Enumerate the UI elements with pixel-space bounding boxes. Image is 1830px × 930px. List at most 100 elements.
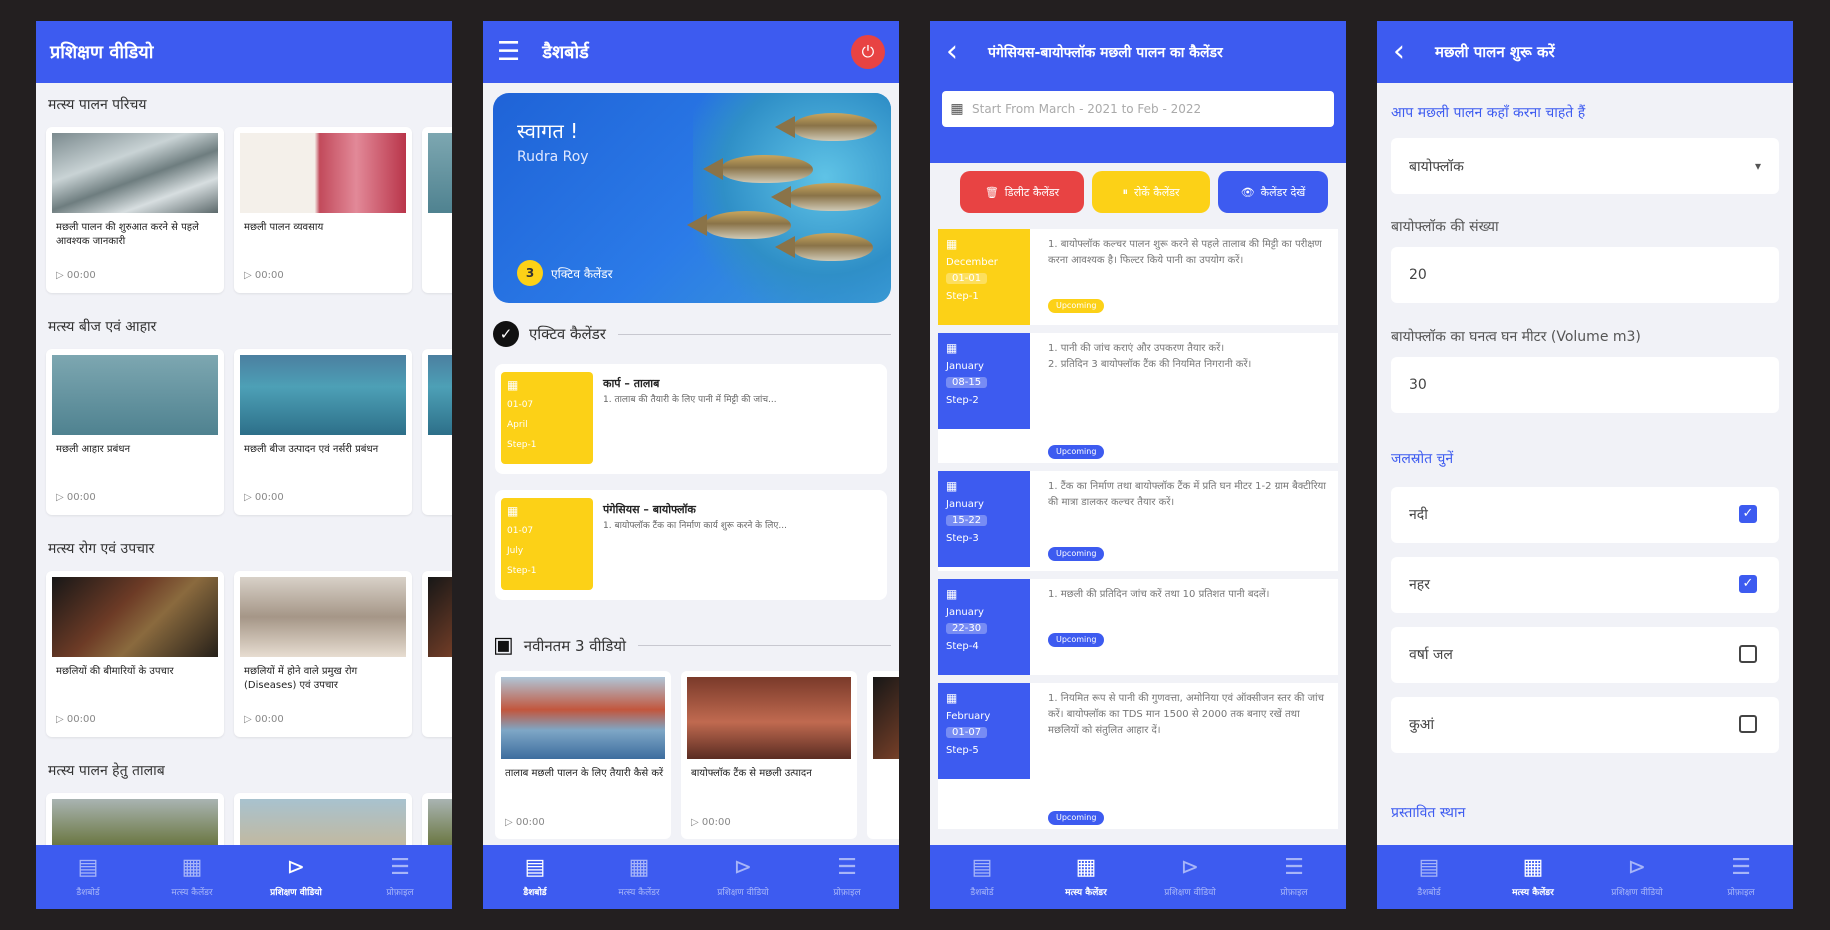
nav-training-videos[interactable]: ⊳ प्रशिक्षण वीडियो [1585,845,1689,909]
fish-graphic [771,183,881,211]
power-icon[interactable]: ⏻ [851,35,885,69]
back-arrow-icon[interactable]: ‹ [1377,37,1421,67]
page-title: पंगेसियस-बायोफ्लॉक मछली पालन का कैलेंडर [988,44,1223,61]
location-select[interactable]: बायोफ्लॉक ▾ [1391,138,1779,194]
sliders-icon: ☰ [390,855,410,880]
video-title: मछलियों की बीमारियों के उपचार [56,666,174,677]
calendar-icon: ▦ [1522,855,1544,880]
sliders-icon: ☰ [1731,855,1751,880]
status-tag: Upcoming [1048,299,1105,313]
video-thumbnail [428,355,452,435]
nav-training-videos[interactable]: ⊳ प्रशिक्षण वीडियो [691,845,795,909]
video-card[interactable]: मछली बीज उत्पादन एवं नर्सरी प्रबंधन ▷ 00… [234,349,412,515]
calendar-icon: ▦ [946,237,958,251]
video-card[interactable]: मछली पालन की शुरुआत करने से पहले आवश्यक … [46,127,224,293]
view-calendar-button[interactable]: 👁 कैलेंडर देखें [1218,171,1328,213]
video-card[interactable] [422,349,452,515]
video-card[interactable] [422,571,452,737]
section-title: मत्स्य रोग एवं उपचार [48,541,155,557]
step-card[interactable]: ▦ December 01-01 Step-1 1. बायोफ्लॉक कल्… [938,229,1338,325]
video-duration: ▷ 00:00 [244,714,284,725]
video-card[interactable]: बायोफ्लॉक टैंक से मछली उत्पादन ▷ 00:00 [681,671,857,839]
video-thumbnail [240,577,406,657]
phone-calendar-detail: ‹ पंगेसियस-बायोफ्लॉक मछली पालन का कैलेंड… [930,21,1346,909]
app-bar: प्रशिक्षण वीडियो [36,21,452,83]
nav-dashboard[interactable]: ▤ डैशबोर्ड [36,845,140,909]
water-source-option[interactable]: नदी ✓ [1391,487,1779,543]
section-title: मत्स्य पालन हेतु तालाब [48,763,165,779]
video-card[interactable]: मछली आहार प्रबंधन ▷ 00:00 [46,349,224,515]
step-card[interactable]: ▦ January 22-30 Step-4 1. मछली की प्रतिद… [938,579,1338,675]
video-thumbnail [428,577,452,657]
nav-training-videos[interactable]: ⊳ प्रशिक्षण वीडियो [244,845,348,909]
play-video-icon: ⊳ [733,855,753,880]
pause-icon: ⏸ [1122,185,1128,198]
video-duration: ▷ 00:00 [56,270,96,281]
checkbox-checked[interactable]: ✓ [1739,505,1757,523]
video-card[interactable] [867,671,899,839]
step-description: 1. मछली की प्रतिदिन जांच करें तथा 10 प्र… [1048,589,1270,600]
phone-dashboard: ☰ डैशबोर्ड ⏻ स्वागत ! Rudra Roy 3 एक्टिव… [483,21,899,909]
field-label: बायोफ्लॉक की संख्या [1391,219,1499,235]
checkbox-checked[interactable]: ✓ [1739,575,1757,593]
step-description: 1. नियमित रूप से पानी की गुणवत्ता, अमोनि… [1048,693,1324,736]
step-card[interactable]: ▦ January 08-15 Step-2 1. पानी की जांच क… [938,333,1338,463]
dashboard-icon: ▤ [971,855,993,880]
nav-profile[interactable]: ☰ प्रोफ़ाइल [1242,845,1346,909]
calendar-icon: ▦ [946,341,958,355]
checkbox-unchecked[interactable] [1739,715,1757,733]
section-label: प्रस्तावित स्थान [1391,805,1466,821]
pause-calendar-button[interactable]: ⏸ रोकें कैलेंडर [1092,171,1210,213]
water-source-option[interactable]: नहर ✓ [1391,557,1779,613]
video-title: मछली पालन व्यवसाय [244,222,324,233]
play-video-icon: ⊳ [1627,855,1647,880]
nav-calendar[interactable]: ▦ मत्स्य कैलेंडर [140,845,244,909]
calendar-icon: ▦ [946,691,958,705]
delete-calendar-button[interactable]: 🗑 डिलीट कैलेंडर [960,171,1084,213]
water-source-option[interactable]: कुआं [1391,697,1779,753]
nav-dashboard[interactable]: ▤ डैशबोर्ड [1377,845,1481,909]
nav-dashboard[interactable]: ▤ डैशबोर्ड [930,845,1034,909]
nav-calendar[interactable]: ▦ मत्स्य कैलेंडर [1034,845,1138,909]
active-calendar-label: एक्टिव कैलेंडर [551,267,613,281]
video-thumbnail [428,133,452,213]
bottom-nav: ▤ डैशबोर्ड ▦ मत्स्य कैलेंडर ⊳ प्रशिक्षण वीड… [1377,845,1793,909]
active-calendar-card[interactable]: ▦ 01-07 July Step-1 पंगेसियस – बायोफ्लॉक… [495,490,887,600]
calendar-icon: ▦ [507,378,519,392]
step-card[interactable]: ▦ January 15-22 Step-3 1. टैंक का निर्मा… [938,471,1338,571]
date-range-field[interactable]: ▦ Start From March - 2021 to Feb - 2022 [942,91,1334,127]
back-arrow-icon[interactable]: ‹ [930,37,974,67]
video-card[interactable] [422,127,452,293]
play-icon: ▷ [56,270,67,281]
action-buttons: 🗑 डिलीट कैलेंडर ⏸ रोकें कैलेंडर 👁 कैलेंडर द… [930,171,1346,217]
biofloc-volume-input[interactable]: 30 [1391,357,1779,413]
video-card[interactable]: मछलियों की बीमारियों के उपचार ▷ 00:00 [46,571,224,737]
biofloc-count-input[interactable]: 20 [1391,247,1779,303]
active-calendar-card[interactable]: ▦ 01-07 April Step-1 कार्प – तालाब 1. ता… [495,364,887,474]
video-card[interactable]: मछलियों में होने वाले प्रमुख रोग (Diseas… [234,571,412,737]
nav-profile[interactable]: ☰ प्रोफ़ाइल [795,845,899,909]
video-row: मछली पालन की शुरुआत करने से पहले आवश्यक … [46,127,452,297]
nav-training-videos[interactable]: ⊳ प्रशिक्षण वीडियो [1138,845,1242,909]
video-thumbnail [687,677,851,759]
welcome-banner: स्वागत ! Rudra Roy 3 एक्टिव कैलेंडर [493,93,891,303]
checkbox-unchecked[interactable] [1739,645,1757,663]
nav-profile[interactable]: ☰ प्रोफ़ाइल [1689,845,1793,909]
nav-calendar[interactable]: ▦ मत्स्य कैलेंडर [587,845,691,909]
video-title: मछली आहार प्रबंधन [56,444,131,455]
app-bar: ☰ डैशबोर्ड ⏻ [483,21,899,83]
step-card[interactable]: ▦ February 01-07 Step-5 1. नियमित रूप से… [938,683,1338,829]
app-bar: ‹ पंगेसियस-बायोफ्लॉक मछली पालन का कैलेंड… [930,21,1346,83]
nav-calendar[interactable]: ▦ मत्स्य कैलेंडर [1481,845,1585,909]
menu-icon[interactable]: ☰ [497,39,520,65]
play-icon: ▷ [56,492,67,503]
video-title: बायोफ्लॉक टैंक से मछली उत्पादन [691,768,812,779]
nav-profile[interactable]: ☰ प्रोफ़ाइल [348,845,452,909]
nav-dashboard[interactable]: ▤ डैशबोर्ड [483,845,587,909]
video-card[interactable]: मछली पालन व्यवसाय ▷ 00:00 [234,127,412,293]
water-source-option[interactable]: वर्षा जल [1391,627,1779,683]
calendar-icon: ▦ [1075,855,1097,880]
video-card[interactable]: तालाब मछली पालन के लिए तैयारी कैसे करें … [495,671,671,839]
video-thumbnail [873,677,899,759]
video-duration: ▷ 00:00 [505,817,545,828]
